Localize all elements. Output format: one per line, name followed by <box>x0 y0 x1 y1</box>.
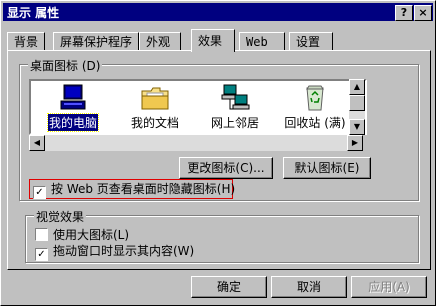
tab-web[interactable]: Web <box>239 32 285 51</box>
tab-background[interactable]: 背景 <box>7 32 45 51</box>
scroll-right-icon[interactable]: ▶ <box>347 135 363 151</box>
icon-item-my-computer[interactable]: 我的电脑 <box>33 83 113 132</box>
tab-screensaver[interactable]: 屏幕保护程序 <box>53 32 139 51</box>
checkbox-label: 按 Web 页查看桌面时隐藏图标(H) <box>51 182 236 196</box>
icon-item-network-places[interactable]: 网上邻居 <box>195 83 275 131</box>
ok-button[interactable]: 确定 <box>191 276 267 298</box>
checkbox-checked-icon[interactable]: ✓ <box>35 248 48 261</box>
recycle-bin-icon <box>306 85 324 111</box>
network-icon <box>221 84 250 110</box>
icon-item-recycle-bin[interactable]: 回收站 (满) <box>275 83 355 131</box>
icon-label: 我的电脑 <box>46 113 100 132</box>
display-properties-window: 显示 属性 ? × 背景 屏幕保护程序 外观 效果 Web 设置 桌面图标 (D… <box>0 0 436 306</box>
icon-label: 网上邻居 <box>210 116 259 130</box>
desktop-icon-list[interactable]: 我的电脑 我的文档 网上邻居 回收站 (满) <box>29 79 367 135</box>
scroll-thumb[interactable] <box>349 95 365 111</box>
icon-list-vertical-scrollbar[interactable]: ▲ ▼ <box>349 79 365 135</box>
window-title: 显示 属性 <box>7 6 60 20</box>
icon-label: 回收站 (满) <box>284 116 346 130</box>
hide-icons-web-checkbox[interactable]: ✓ 按 Web 页查看桌面时隐藏图标(H) <box>33 181 236 199</box>
title-bar[interactable]: 显示 属性 ? × <box>3 3 433 21</box>
checkbox-label: 使用大图标(L) <box>53 228 130 242</box>
checkbox-checked-icon[interactable]: ✓ <box>33 186 46 199</box>
checkbox-unchecked-icon[interactable] <box>35 228 48 241</box>
folder-icon <box>141 87 169 110</box>
help-button[interactable]: ? <box>395 5 413 21</box>
cancel-button[interactable]: 取消 <box>271 276 347 298</box>
tab-appearance[interactable]: 外观 <box>139 32 181 51</box>
desktop-icons-label: 桌面图标 (D) <box>28 57 103 74</box>
computer-icon <box>60 84 86 110</box>
change-icon-button[interactable]: 更改图标(C)... <box>179 157 273 179</box>
visual-effects-label: 视觉效果 <box>34 208 87 225</box>
scroll-down-icon[interactable]: ▼ <box>349 119 365 135</box>
scroll-left-icon[interactable]: ◀ <box>29 135 45 151</box>
icon-item-my-documents[interactable]: 我的文档 <box>115 83 195 131</box>
scroll-up-icon[interactable]: ▲ <box>349 79 365 95</box>
tab-settings[interactable]: 设置 <box>289 32 333 51</box>
default-icon-button[interactable]: 默认图标(E) <box>283 157 371 179</box>
icon-list-horizontal-scrollbar[interactable]: ◀ ▶ <box>29 135 363 151</box>
apply-button[interactable]: 应用(A) <box>351 276 427 298</box>
close-button[interactable]: × <box>414 5 432 21</box>
checkbox-label: 拖动窗口时显示其内容(W) <box>53 244 195 258</box>
tab-effects[interactable]: 效果 <box>191 29 235 52</box>
drag-contents-checkbox[interactable]: ✓ 拖动窗口时显示其内容(W) <box>35 243 195 261</box>
large-icons-checkbox[interactable]: 使用大图标(L) <box>35 227 129 243</box>
icon-label: 我的文档 <box>130 116 179 130</box>
